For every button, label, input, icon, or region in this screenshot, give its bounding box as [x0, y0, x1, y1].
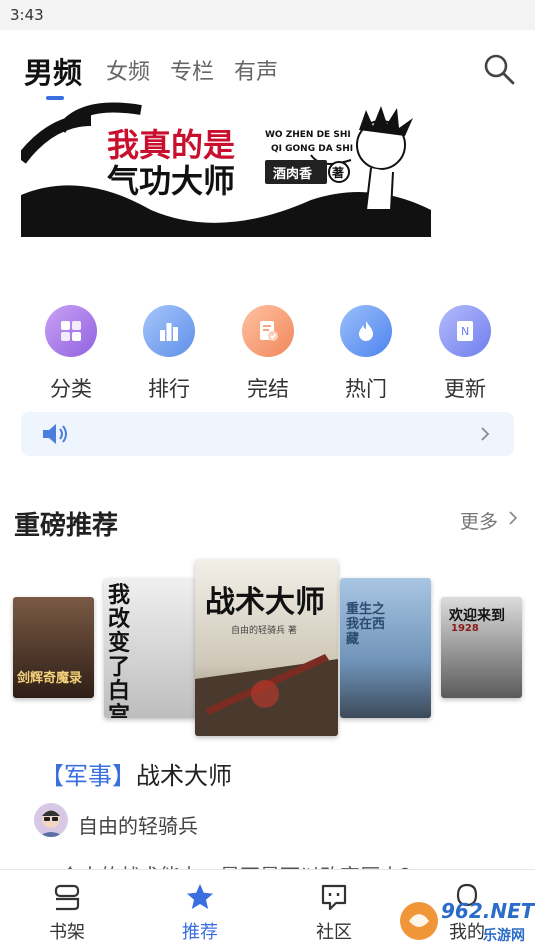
speaker-icon: [43, 424, 67, 444]
book-cover[interactable]: 剑辉奇魔录: [13, 597, 94, 698]
chevron-right-icon: [481, 427, 490, 441]
book-cover-title: 重生之我在西藏: [346, 602, 386, 647]
watermark-subtext: 乐游网: [483, 928, 525, 944]
nav-community[interactable]: 社区: [279, 870, 389, 952]
nav-label: 推荐: [182, 922, 218, 943]
quick-link-label: 更新: [444, 377, 486, 401]
status-time: 3:43: [10, 6, 44, 24]
search-icon: [484, 54, 515, 85]
chevron-right-icon: [509, 511, 517, 525]
book-cover-title: 剑辉奇魔录: [17, 671, 83, 686]
tab-audio[interactable]: 有声: [234, 54, 278, 86]
book-cover[interactable]: 重生之我在西藏: [340, 578, 431, 718]
book-cover[interactable]: 我改变了白宫: [104, 578, 199, 718]
book-cover-title: 我改变了白宫: [108, 583, 131, 719]
grid-icon: [61, 321, 81, 341]
book-title[interactable]: 战术大师: [136, 756, 232, 791]
chat-icon: [321, 884, 347, 911]
nav-label: 书架: [49, 922, 85, 943]
watermark-text: 962.NET: [441, 899, 535, 923]
notebook-icon: N: [457, 321, 473, 341]
quick-link-ranking[interactable]: 排行: [139, 305, 199, 405]
banner-pinyin-line2: QI GONG DA SHI: [271, 144, 354, 154]
quick-link-category-circle: [45, 305, 97, 357]
flame-icon: [359, 321, 373, 341]
book-cover-subtitle: 1928: [451, 623, 479, 634]
book-genre-tag[interactable]: 【军事】: [40, 756, 136, 791]
avatar-face: [34, 803, 68, 837]
book-cover[interactable]: 欢迎来到 1928: [441, 597, 522, 698]
quick-link-label: 完结: [247, 377, 289, 401]
book-cover-subtitle: 自由的轻骑兵 著: [231, 626, 297, 636]
banner-author-tag: 著: [332, 166, 345, 180]
document-check-icon: [260, 321, 278, 341]
status-bar: 3:43: [0, 0, 535, 30]
star-icon: [187, 884, 213, 909]
quick-link-hot[interactable]: 热门: [336, 305, 396, 405]
ranking-icon: [160, 323, 178, 341]
nav-bookshelf[interactable]: 书架: [12, 870, 122, 952]
tab-female[interactable]: 女频: [106, 54, 150, 86]
tab-male[interactable]: 男频: [24, 50, 82, 92]
quick-link-completed[interactable]: 完结: [238, 305, 298, 405]
quick-link-label: 分类: [50, 377, 92, 401]
author-name[interactable]: 自由的轻骑兵: [78, 810, 198, 839]
bookshelf-icon: [54, 884, 80, 911]
top-tab-bar: 男频 女频 专栏 有声: [0, 40, 535, 100]
quick-link-ranking-circle: [143, 305, 195, 357]
section-title: 重磅推荐: [14, 511, 119, 541]
featured-banner[interactable]: 我真的是 气功大师 WO ZHEN DE SHI QI GONG DA SHI …: [21, 100, 431, 237]
book-cover-title: 战术大师: [205, 585, 325, 620]
svg-text:N: N: [461, 325, 469, 338]
more-link[interactable]: 更多: [460, 507, 498, 534]
tab-column[interactable]: 专栏: [170, 54, 214, 86]
book-cover-featured[interactable]: 战术大师 自由的轻骑兵 著: [195, 559, 338, 736]
announcement-bar[interactable]: [21, 412, 514, 456]
quick-link-completed-circle: [242, 305, 294, 357]
quick-link-updates-circle: N: [439, 305, 491, 357]
quick-link-category[interactable]: 分类: [41, 305, 101, 405]
author-avatar[interactable]: [34, 803, 68, 837]
banner-title-line2: 气功大师: [107, 162, 236, 200]
nav-recommend[interactable]: 推荐: [145, 870, 255, 952]
nav-label: 社区: [316, 922, 352, 943]
quick-link-hot-circle: [340, 305, 392, 357]
banner-author: 酒肉香: [273, 167, 313, 182]
quick-link-label: 排行: [148, 377, 190, 401]
banner-pinyin-line1: WO ZHEN DE SHI: [265, 130, 351, 140]
quick-link-updates[interactable]: N 更新: [435, 305, 495, 405]
watermark-logo: 962.NET 乐游网: [397, 893, 535, 948]
search-button[interactable]: [482, 52, 516, 86]
quick-link-label: 热门: [345, 377, 387, 401]
book-cover-title: 欢迎来到: [449, 608, 505, 624]
